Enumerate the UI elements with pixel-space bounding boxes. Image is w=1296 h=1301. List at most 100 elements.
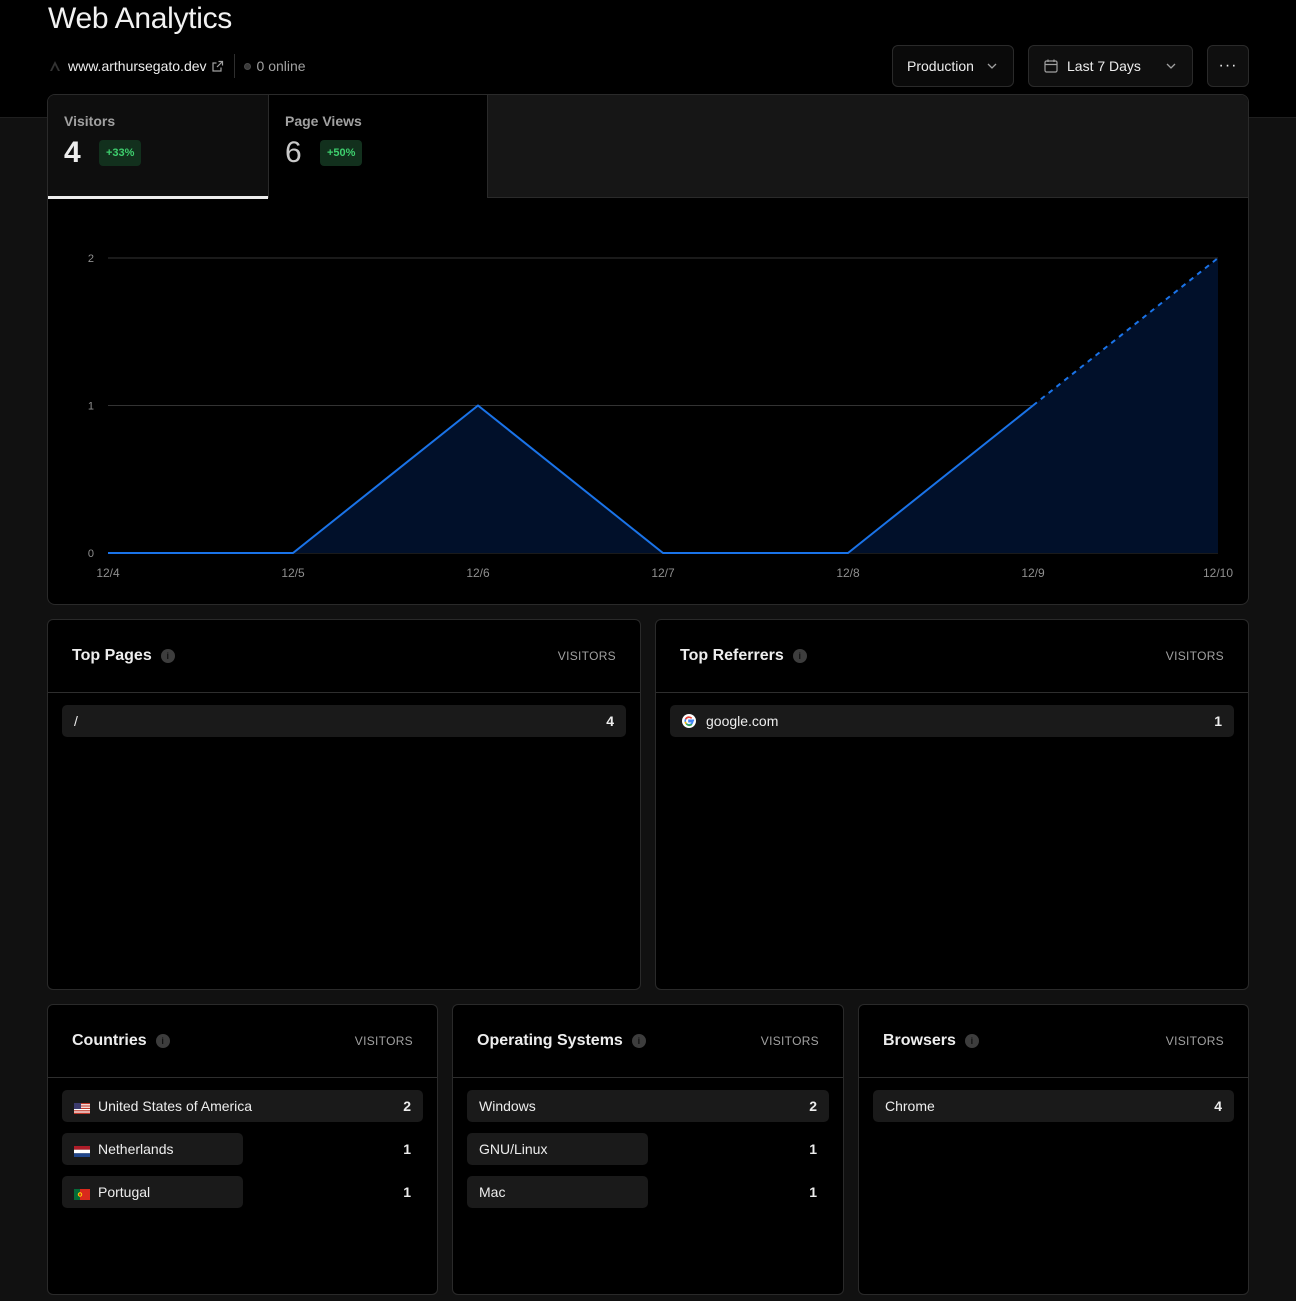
column-header: VISITORS bbox=[1165, 649, 1224, 663]
divider bbox=[233, 54, 235, 78]
browsers-panel: Browsers i VISITORS Chrome 4 bbox=[858, 1004, 1249, 1295]
ellipsis-icon: ··· bbox=[1218, 57, 1238, 74]
list-item[interactable]: Chrome 4 bbox=[873, 1090, 1234, 1122]
x-tick-label: 12/8 bbox=[836, 566, 860, 580]
data-point bbox=[845, 550, 851, 556]
x-tick-label: 12/10 bbox=[1203, 566, 1233, 580]
calendar-icon bbox=[1043, 58, 1059, 74]
tab-visitors[interactable]: Visitors 4 +33% bbox=[48, 95, 269, 199]
metric-tabs: Visitors 4 +33% Page Views 6 +50% bbox=[48, 95, 1248, 199]
row-value: 1 bbox=[403, 1184, 411, 1200]
top-referrers-panel: Top Referrers i VISITORS google.com 1 bbox=[655, 619, 1249, 990]
row-value: 1 bbox=[1214, 713, 1222, 729]
info-icon[interactable]: i bbox=[631, 1034, 646, 1048]
list-item[interactable]: /4 bbox=[62, 705, 626, 737]
change-badge: +33% bbox=[99, 140, 142, 166]
row-label: Portugal bbox=[62, 1184, 150, 1200]
panel-title: Top Referrers bbox=[680, 647, 784, 664]
row-label-text: GNU/Linux bbox=[479, 1141, 548, 1157]
row-value: 2 bbox=[403, 1098, 411, 1114]
data-point bbox=[475, 403, 481, 409]
site-link[interactable]: www.arthursegato.dev bbox=[68, 58, 207, 74]
more-options-button[interactable]: ··· bbox=[1207, 45, 1249, 87]
tab-value: 4 bbox=[64, 136, 81, 169]
row-label: Netherlands bbox=[62, 1141, 174, 1157]
triangle-logo-icon bbox=[48, 59, 62, 73]
online-count: 0 online bbox=[256, 58, 306, 74]
panel-title: Browsers bbox=[883, 1032, 956, 1049]
column-header: VISITORS bbox=[760, 1034, 819, 1048]
row-label-text: United States of America bbox=[98, 1098, 253, 1114]
row-label-text: Chrome bbox=[885, 1098, 935, 1114]
row-label: google.com bbox=[670, 713, 778, 729]
row-label-text: Windows bbox=[479, 1098, 536, 1114]
tab-label: Visitors bbox=[64, 113, 116, 129]
row-label: GNU/Linux bbox=[467, 1141, 547, 1157]
list-item[interactable]: Portugal 1 bbox=[62, 1176, 423, 1208]
data-point bbox=[660, 550, 666, 556]
x-tick-label: 12/5 bbox=[281, 566, 305, 580]
y-tick-label: 1 bbox=[88, 401, 94, 413]
list-item[interactable]: GNU/Linux 1 bbox=[467, 1133, 829, 1165]
row-label-text: Mac bbox=[479, 1184, 506, 1200]
x-tick-label: 12/7 bbox=[651, 566, 675, 580]
row-value: 4 bbox=[606, 713, 614, 729]
row-label-text: / bbox=[74, 713, 78, 729]
date-range-label: Last 7 Days bbox=[1067, 58, 1141, 74]
page-title: Web Analytics bbox=[48, 2, 232, 35]
row-value: 2 bbox=[809, 1098, 817, 1114]
list-item[interactable]: Netherlands 1 bbox=[62, 1133, 423, 1165]
row-value: 1 bbox=[809, 1141, 817, 1157]
nl-flag-icon bbox=[74, 1144, 90, 1157]
x-tick-label: 12/4 bbox=[96, 566, 120, 580]
environment-select[interactable]: Production bbox=[892, 45, 1014, 87]
visitors-chart[interactable]: 0 1 2 12/4 12/5 12/6 12/7 12/8 12/9 12/10 bbox=[48, 198, 1248, 604]
share-bar bbox=[62, 705, 626, 737]
analytics-chart-card: Visitors 4 +33% Page Views 6 +50% 0 1 2 12/… bbox=[47, 94, 1249, 605]
date-range-select[interactable]: Last 7 Days bbox=[1028, 45, 1193, 87]
column-header: VISITORS bbox=[1165, 1034, 1224, 1048]
x-tick-label: 12/6 bbox=[466, 566, 490, 580]
change-badge: +50% bbox=[320, 140, 363, 166]
row-label: / bbox=[62, 713, 78, 729]
y-tick-label: 0 bbox=[88, 548, 94, 560]
row-value: 4 bbox=[1214, 1098, 1222, 1114]
data-point bbox=[105, 550, 111, 556]
chevron-down-icon bbox=[1164, 59, 1178, 76]
list-item[interactable]: United States of America 2 bbox=[62, 1090, 423, 1122]
info-icon[interactable]: i bbox=[792, 649, 807, 663]
info-icon[interactable]: i bbox=[160, 649, 175, 663]
row-value: 1 bbox=[809, 1184, 817, 1200]
data-point bbox=[1215, 255, 1221, 261]
info-icon[interactable]: i bbox=[964, 1034, 979, 1048]
column-header: VISITORS bbox=[354, 1034, 413, 1048]
top-pages-panel: Top Pages i VISITORS /4 bbox=[47, 619, 641, 990]
data-point bbox=[1030, 403, 1036, 409]
x-tick-label: 12/9 bbox=[1021, 566, 1045, 580]
external-link-icon[interactable] bbox=[211, 60, 224, 73]
data-point bbox=[290, 550, 296, 556]
countries-panel: Countries i VISITORS United States of Am… bbox=[47, 1004, 438, 1295]
row-label: United States of America bbox=[62, 1098, 252, 1114]
pt-flag-icon bbox=[74, 1187, 90, 1200]
tab-page-views[interactable]: Page Views 6 +50% bbox=[269, 95, 488, 198]
google-icon bbox=[682, 714, 696, 728]
row-value: 1 bbox=[403, 1141, 411, 1157]
list-item[interactable]: Mac 1 bbox=[467, 1176, 829, 1208]
row-label-text: google.com bbox=[706, 713, 779, 729]
y-tick-label: 2 bbox=[88, 253, 94, 265]
list-item[interactable]: google.com 1 bbox=[670, 705, 1234, 737]
row-label-text: Netherlands bbox=[98, 1141, 174, 1157]
tab-label: Page Views bbox=[285, 113, 362, 129]
us-flag-icon bbox=[74, 1101, 90, 1114]
row-label: Mac bbox=[467, 1184, 505, 1200]
site-info: www.arthursegato.dev 0 online bbox=[48, 54, 306, 78]
panel-title: Countries bbox=[72, 1032, 147, 1049]
row-label: Chrome bbox=[873, 1098, 935, 1114]
online-status-dot-icon bbox=[243, 62, 251, 70]
list-item[interactable]: Windows 2 bbox=[467, 1090, 829, 1122]
operating-systems-panel: Operating Systems i VISITORS Windows 2 GNU… bbox=[452, 1004, 844, 1295]
panel-title: Top Pages bbox=[72, 647, 152, 664]
column-header: VISITORS bbox=[557, 649, 616, 663]
info-icon[interactable]: i bbox=[155, 1034, 170, 1048]
